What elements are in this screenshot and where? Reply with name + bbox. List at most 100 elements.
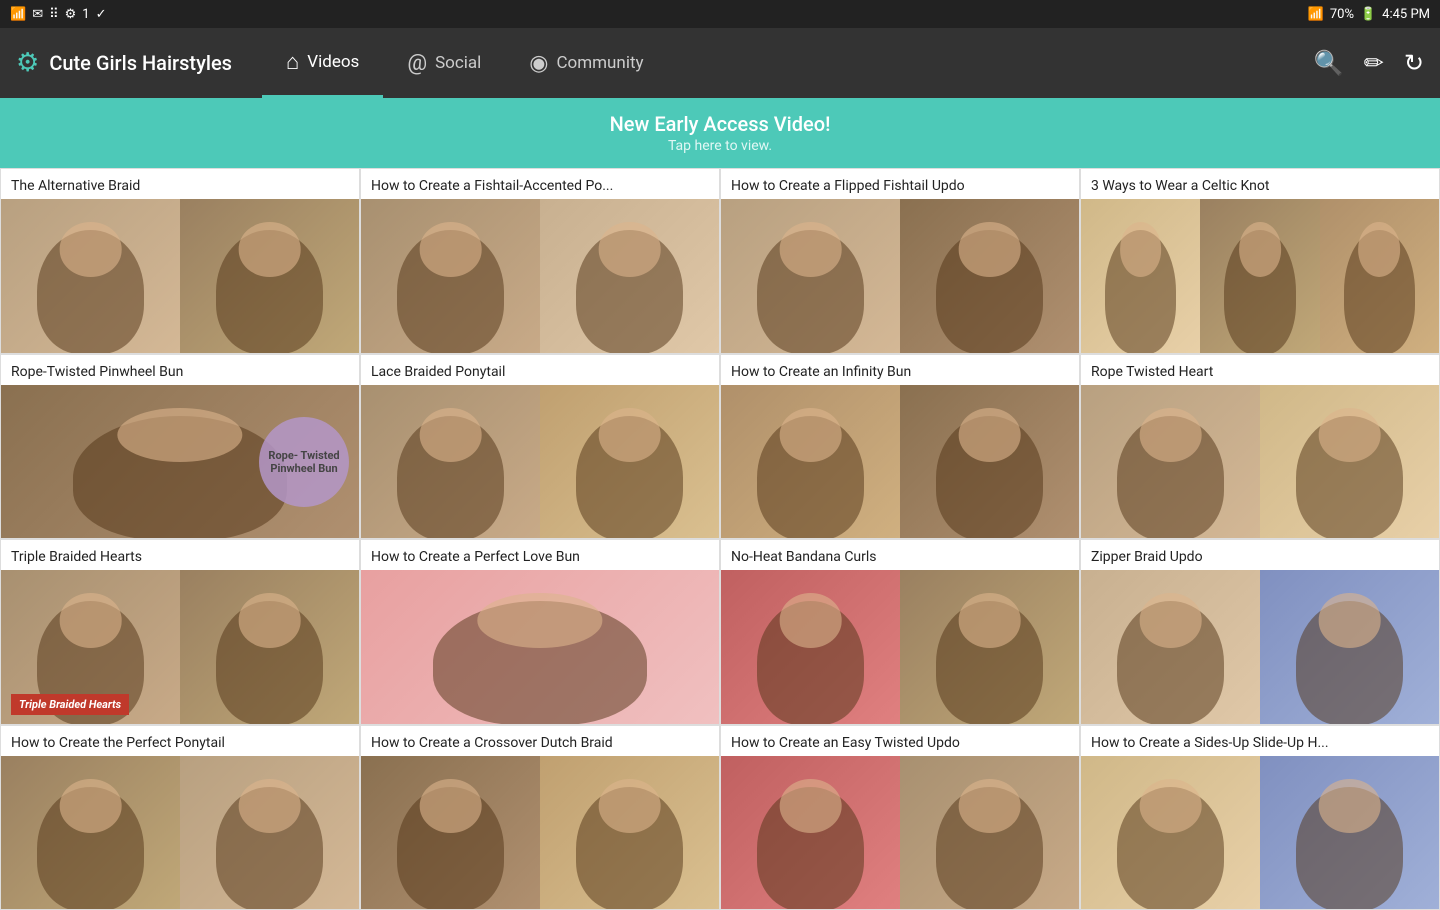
video-title: Rope Twisted Heart bbox=[1081, 355, 1439, 385]
thumbnail-placeholder bbox=[1081, 199, 1200, 353]
wifi-icon: 📶 bbox=[1308, 7, 1324, 22]
brand-icon: ⚙ bbox=[16, 48, 39, 78]
status-icon-1: 1 bbox=[82, 7, 89, 22]
grid-item[interactable]: The Alternative Braid bbox=[0, 168, 360, 354]
grid-item[interactable]: No-Heat Bandana Curls bbox=[720, 539, 1080, 725]
face-silhouette bbox=[238, 779, 301, 833]
tab-social[interactable]: @ Social bbox=[383, 28, 505, 98]
video-title: How to Create an Easy Twisted Updo bbox=[721, 726, 1079, 756]
grid-item[interactable]: Triple Braided Hearts Triple Braided Hear… bbox=[0, 539, 360, 725]
tab-community[interactable]: ◉ Community bbox=[505, 28, 667, 98]
video-thumbnails bbox=[1081, 756, 1439, 910]
face-silhouette bbox=[779, 408, 842, 462]
video-overlay-text: Triple Braided Hearts bbox=[11, 694, 129, 715]
thumbnail-placeholder bbox=[180, 199, 359, 353]
thumbnail-placeholder bbox=[721, 570, 900, 724]
face-silhouette bbox=[1139, 779, 1202, 833]
grid-item[interactable]: How to Create a Sides-Up Slide-Up H... bbox=[1080, 725, 1440, 910]
face-silhouette bbox=[779, 779, 842, 833]
refresh-button[interactable]: ↻ bbox=[1404, 49, 1424, 78]
banner[interactable]: New Early Access Video! Tap here to view… bbox=[0, 98, 1440, 168]
face-silhouette bbox=[958, 408, 1021, 462]
face-silhouette bbox=[419, 408, 482, 462]
face-silhouette bbox=[1318, 779, 1381, 833]
face-silhouette bbox=[598, 222, 661, 276]
content-grid: The Alternative BraidHow to Create a Fis… bbox=[0, 168, 1440, 910]
video-title: How to Create an Infinity Bun bbox=[721, 355, 1079, 385]
nav-brand: ⚙ Cute Girls Hairstyles bbox=[16, 48, 232, 78]
video-thumbnails bbox=[721, 199, 1079, 353]
grid-item[interactable]: How to Create a Crossover Dutch Braid bbox=[360, 725, 720, 910]
tab-videos[interactable]: ⌂ Videos bbox=[262, 28, 383, 98]
thumbnail-placeholder bbox=[1081, 570, 1260, 724]
grid-item[interactable]: Lace Braided Ponytail bbox=[360, 354, 720, 540]
video-title: No-Heat Bandana Curls bbox=[721, 540, 1079, 570]
status-left-icons: 📶 ✉ ⠿ ⚙ 1 ✓ bbox=[10, 7, 107, 22]
thumbnail-placeholder bbox=[180, 756, 359, 910]
face-silhouette bbox=[59, 779, 122, 833]
video-title: How to Create a Flipped Fishtail Updo bbox=[721, 169, 1079, 199]
tab-social-label: Social bbox=[435, 53, 481, 73]
status-right-icons: 📶 70% 🔋 4:45 PM bbox=[1308, 7, 1430, 22]
face-silhouette bbox=[238, 222, 301, 276]
face-silhouette bbox=[1139, 593, 1202, 647]
video-title: How to Create a Fishtail-Accented Po... bbox=[361, 169, 719, 199]
status-icon-settings: ⚙ bbox=[65, 7, 77, 22]
brand-name: Cute Girls Hairstyles bbox=[49, 51, 232, 75]
thumbnail-placeholder bbox=[180, 570, 359, 724]
thumbnail-placeholder bbox=[361, 570, 719, 724]
grid-item[interactable]: Zipper Braid Updo bbox=[1080, 539, 1440, 725]
face-silhouette bbox=[958, 593, 1021, 647]
tab-community-label: Community bbox=[556, 53, 643, 73]
thumbnail-placeholder bbox=[721, 199, 900, 353]
grid-item[interactable]: How to Create an Easy Twisted Updo bbox=[720, 725, 1080, 910]
video-thumbnails bbox=[361, 199, 719, 353]
thumbnail-placeholder bbox=[1, 756, 180, 910]
grid-item[interactable]: How to Create a Perfect Love Bun bbox=[360, 539, 720, 725]
search-button[interactable]: 🔍 bbox=[1314, 49, 1344, 78]
thumbnail-placeholder bbox=[900, 385, 1079, 539]
thumbnail-placeholder bbox=[1260, 385, 1439, 539]
clock: 4:45 PM bbox=[1382, 7, 1430, 22]
banner-subtitle: Tap here to view. bbox=[0, 138, 1440, 154]
grid-item[interactable]: How to Create a Fishtail-Accented Po... bbox=[360, 168, 720, 354]
video-thumbnails bbox=[721, 570, 1079, 724]
status-bar: 📶 ✉ ⠿ ⚙ 1 ✓ 📶 70% 🔋 4:45 PM bbox=[0, 0, 1440, 28]
video-thumbnails bbox=[721, 756, 1079, 910]
status-icon-wifi: 📶 bbox=[10, 7, 26, 22]
face-silhouette bbox=[1239, 222, 1281, 276]
thumbnail-placeholder bbox=[1200, 199, 1319, 353]
edit-button[interactable]: ✏ bbox=[1364, 49, 1384, 78]
oval-label: Rope- Twisted Pinwheel Bun bbox=[259, 417, 349, 507]
face-silhouette bbox=[779, 222, 842, 276]
thumbnail-placeholder bbox=[361, 756, 540, 910]
face-silhouette bbox=[1358, 222, 1400, 276]
face-silhouette bbox=[59, 593, 122, 647]
grid-item[interactable]: How to Create a Flipped Fishtail Updo bbox=[720, 168, 1080, 354]
tab-videos-label: Videos bbox=[307, 52, 359, 72]
face-silhouette bbox=[958, 779, 1021, 833]
grid-item[interactable]: Rope Twisted Heart bbox=[1080, 354, 1440, 540]
video-thumbnails bbox=[721, 385, 1079, 539]
video-thumbnails: Rope- Twisted Pinwheel Bun bbox=[1, 385, 359, 539]
face-silhouette bbox=[238, 593, 301, 647]
face-silhouette bbox=[59, 222, 122, 276]
face-silhouette bbox=[958, 222, 1021, 276]
grid-item[interactable]: How to Create the Perfect Ponytail bbox=[0, 725, 360, 910]
video-title: Zipper Braid Updo bbox=[1081, 540, 1439, 570]
thumbnail-placeholder bbox=[721, 385, 900, 539]
video-title: 3 Ways to Wear a Celtic Knot bbox=[1081, 169, 1439, 199]
thumbnail-placeholder bbox=[900, 199, 1079, 353]
grid-item[interactable]: Rope-Twisted Pinwheel BunRope- Twisted P… bbox=[0, 354, 360, 540]
video-title: Triple Braided Hearts bbox=[1, 540, 359, 570]
face-silhouette bbox=[477, 593, 602, 647]
video-title: How to Create a Sides-Up Slide-Up H... bbox=[1081, 726, 1439, 756]
video-thumbnails bbox=[1081, 199, 1439, 353]
thumbnail-placeholder bbox=[540, 756, 719, 910]
grid-item[interactable]: How to Create an Infinity Bun bbox=[720, 354, 1080, 540]
video-thumbnails: Triple Braided Hearts bbox=[1, 570, 359, 724]
thumbnail-placeholder bbox=[540, 385, 719, 539]
grid-item[interactable]: 3 Ways to Wear a Celtic Knot bbox=[1080, 168, 1440, 354]
video-thumbnails bbox=[1081, 385, 1439, 539]
face-silhouette bbox=[1318, 593, 1381, 647]
